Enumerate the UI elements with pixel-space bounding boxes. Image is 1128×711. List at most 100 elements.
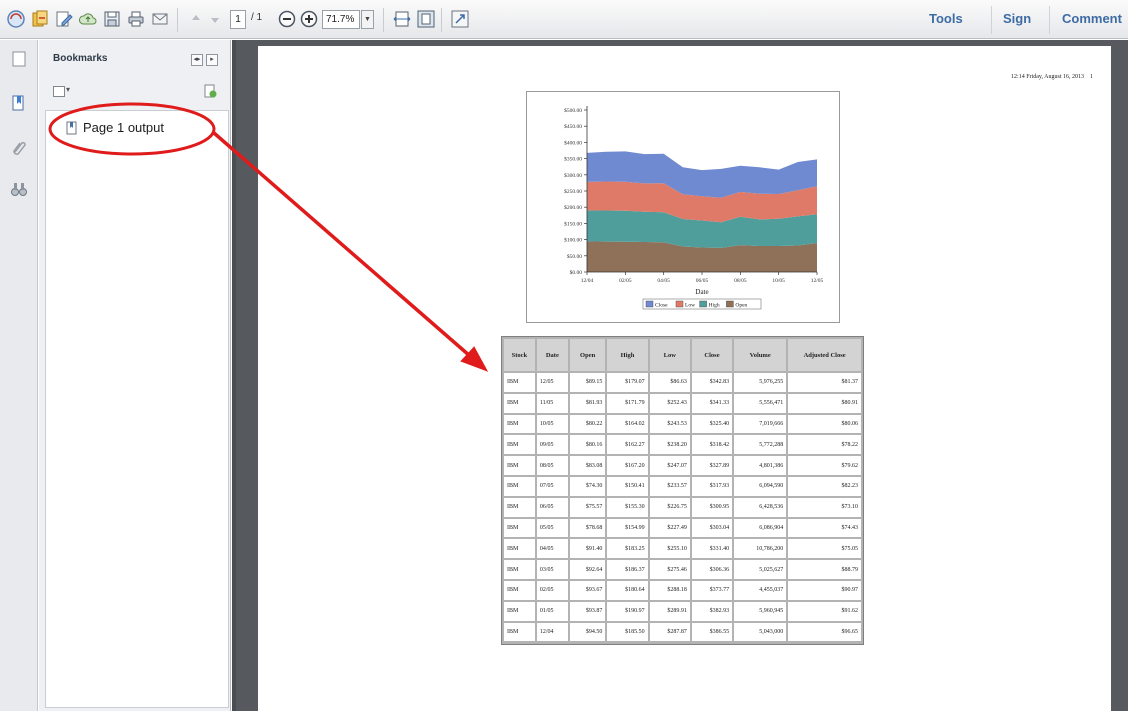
zoom-dropdown-button[interactable]: ▼: [361, 10, 374, 29]
table-cell: 7,019,666: [734, 414, 787, 434]
bookmarks-tree: Page 1 output: [45, 110, 229, 708]
table-cell: $78.22: [788, 435, 861, 455]
table-cell: $81.37: [788, 373, 861, 392]
save-icon[interactable]: [101, 8, 123, 30]
table-cell: 5,025,627: [734, 560, 787, 579]
table-cell: $74.43: [788, 518, 861, 538]
table-cell: 10,786,200: [734, 539, 787, 559]
table-cell: $288.18: [649, 580, 690, 600]
full-screen-icon[interactable]: [449, 8, 471, 30]
chart-canvas: $0.00 $50.00 $100.00 $150.00 $200.00 $250.00 $…: [564, 106, 824, 310]
table-cell: $94.50: [569, 622, 606, 642]
table-cell: 5,043,000: [734, 622, 787, 642]
x-tick-label: 02/05: [619, 278, 632, 284]
table-cell: $227.49: [649, 518, 690, 538]
table-cell: IBM: [504, 622, 535, 642]
table-cell: $79.62: [788, 456, 861, 475]
table-cell: $317.93: [691, 476, 733, 496]
table-cell: $96.65: [788, 622, 861, 642]
table-cell: $81.93: [569, 393, 606, 413]
table-cell: 07/05: [536, 476, 568, 496]
table-cell: $91.40: [569, 539, 606, 559]
bookmark-label: Page 1 output: [83, 120, 164, 135]
fit-page-icon[interactable]: [415, 8, 437, 30]
email-icon[interactable]: [149, 8, 171, 30]
new-bookmark-icon[interactable]: [203, 84, 217, 103]
table-cell: IBM: [504, 580, 535, 600]
search-binoculars-icon[interactable]: [8, 178, 30, 200]
table-row: IBM 12/04 $94.50 $185.50 $287.87 $386.55 5,043…: [504, 622, 861, 642]
x-tick-label: 08/05: [734, 278, 747, 284]
chevron-down-icon[interactable]: ▾: [66, 85, 70, 94]
comment-pane-button[interactable]: Comment: [1062, 11, 1122, 26]
table-row: IBM 09/05 $80.16 $162.27 $238.20 $318.42 5,772…: [504, 435, 861, 455]
y-tick-label: $350.00: [564, 156, 582, 163]
table-cell: $179.07: [607, 373, 648, 392]
table-header-row: Stock Date Open High Low Close Volume Adjusted …: [504, 339, 861, 371]
table-cell: $331.40: [691, 539, 733, 559]
bookmarks-icon[interactable]: [8, 92, 30, 114]
table-cell: $300.95: [691, 497, 733, 517]
x-axis-title: Date: [695, 288, 708, 296]
create-pdf-icon[interactable]: [5, 8, 27, 30]
table-cell: $252.43: [649, 393, 690, 413]
combine-files-icon[interactable]: [29, 8, 51, 30]
edit-document-icon[interactable]: [53, 8, 75, 30]
table-cell: $73.10: [788, 497, 861, 517]
tools-pane-button[interactable]: Tools: [929, 11, 963, 26]
table-cell: $78.68: [569, 518, 606, 538]
y-tick-label: $400.00: [564, 139, 582, 146]
y-tick-label: $150.00: [564, 220, 582, 227]
x-tick-label: 10/05: [772, 278, 785, 284]
collapse-panel-icon[interactable]: ▸: [206, 54, 218, 66]
zoom-out-icon[interactable]: [276, 8, 298, 30]
table-cell: $289.91: [649, 601, 690, 621]
table-cell: $75.05: [788, 539, 861, 559]
table-cell: IBM: [504, 435, 535, 455]
table-cell: IBM: [504, 456, 535, 475]
table-cell: 6,094,590: [734, 476, 787, 496]
table-cell: IBM: [504, 414, 535, 434]
table-cell: $83.08: [569, 456, 606, 475]
bookmark-item-page-1-output[interactable]: Page 1 output: [66, 120, 164, 135]
column-header: Volume: [734, 339, 787, 371]
table-cell: IBM: [504, 497, 535, 517]
page-thumbnails-icon[interactable]: [8, 48, 30, 70]
cloud-share-icon[interactable]: [77, 8, 99, 30]
table-cell: 5,556,471: [734, 393, 787, 413]
table-cell: 05/05: [536, 518, 568, 538]
bookmarks-panel: Bookmarks ◂▸ ▸ ▾ Page 1 output: [39, 40, 231, 711]
table-cell: 08/05: [536, 456, 568, 475]
page-header: 12:14 Friday, August 16, 2013 1: [1011, 74, 1093, 80]
attachments-icon[interactable]: [8, 136, 30, 158]
legend-swatch-close: [645, 300, 654, 308]
page-number-input[interactable]: 1: [230, 10, 246, 29]
table-cell: $287.87: [649, 622, 690, 642]
table-cell: $325.40: [691, 414, 733, 434]
fit-width-icon[interactable]: [391, 8, 413, 30]
table-body: IBM 12/05 $89.15 $179.07 $86.63 $342.83 5,976,…: [504, 373, 861, 642]
table-cell: $180.64: [607, 580, 648, 600]
table-cell: $318.42: [691, 435, 733, 455]
stock-table: Stock Date Open High Low Close Volume Adjusted …: [502, 337, 863, 643]
print-icon[interactable]: [125, 8, 147, 30]
column-header: Close: [691, 339, 733, 371]
zoom-level-field[interactable]: 71.7%: [322, 10, 360, 29]
y-tick-label: $250.00: [564, 188, 582, 195]
table-row: IBM 01/05 $93.87 $190.97 $289.91 $382.93 5,960…: [504, 601, 861, 621]
table-cell: IBM: [504, 393, 535, 413]
table-cell: IBM: [504, 560, 535, 579]
zoom-in-icon[interactable]: [298, 8, 320, 30]
table-cell: $74.30: [569, 476, 606, 496]
table-cell: $327.89: [691, 456, 733, 475]
table-cell: $150.41: [607, 476, 648, 496]
bookmark-options-icon[interactable]: [53, 86, 65, 97]
sign-pane-button[interactable]: Sign: [1003, 11, 1031, 26]
y-tick-label: $450.00: [564, 123, 582, 130]
panel-options-icon[interactable]: ◂▸: [191, 54, 203, 66]
table-cell: $80.22: [569, 414, 606, 434]
table-cell: $303.04: [691, 518, 733, 538]
bookmarks-panel-header: Bookmarks ◂▸ ▸: [39, 40, 231, 80]
next-page-icon[interactable]: [204, 8, 226, 30]
legend-label-low: Low: [685, 303, 695, 309]
